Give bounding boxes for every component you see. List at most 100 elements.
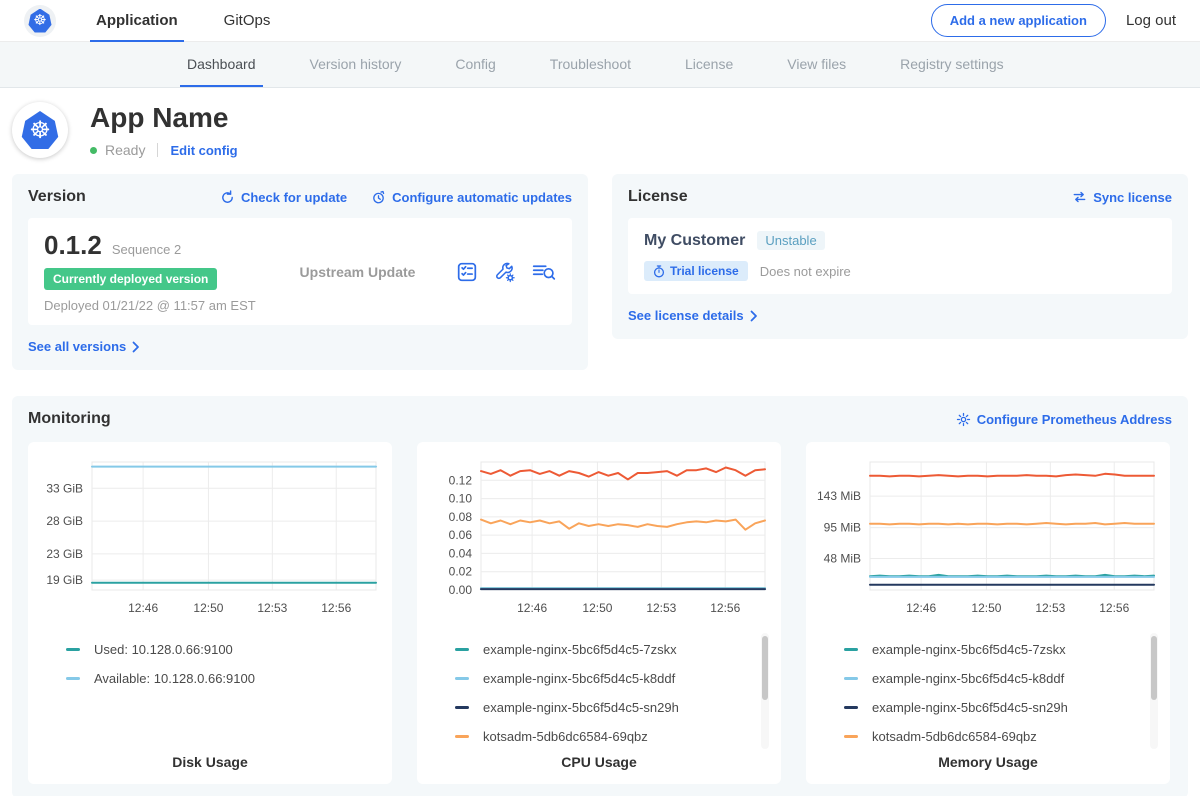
legend-item: Used: 10.128.0.66:9100 bbox=[66, 635, 384, 664]
add-new-application-button[interactable]: Add a new application bbox=[931, 4, 1106, 37]
logout-button[interactable]: Log out bbox=[1126, 12, 1176, 29]
version-card-title: Version bbox=[28, 188, 86, 206]
x-axis-label: 12:46 bbox=[128, 601, 158, 615]
chevron-right-icon bbox=[750, 310, 758, 322]
legend-series-name: example-nginx-5bc6f5d4c5-k8ddf bbox=[872, 671, 1064, 686]
tab-license[interactable]: License bbox=[658, 42, 760, 87]
view-diff-files-icon[interactable] bbox=[532, 262, 556, 282]
legend-scrollbar[interactable] bbox=[1150, 633, 1158, 749]
ready-status-dot bbox=[90, 147, 97, 154]
app-subnav: Dashboard Version history Config Trouble… bbox=[0, 42, 1200, 88]
legend-color-dash bbox=[844, 706, 858, 709]
sync-license-link[interactable]: Sync license bbox=[1072, 190, 1172, 205]
plot-border bbox=[870, 462, 1154, 590]
tab-view-files[interactable]: View files bbox=[760, 42, 873, 87]
y-axis-label: 0.12 bbox=[449, 473, 473, 487]
x-axis-label: 12:46 bbox=[906, 601, 936, 615]
memory-usage-legend: example-nginx-5bc6f5d4c5-7zskxexample-ng… bbox=[814, 635, 1162, 755]
tab-troubleshoot[interactable]: Troubleshoot bbox=[523, 42, 658, 87]
disk-usage-chart-card: 33 GiB28 GiB23 GiB19 GiB12:4612:5012:531… bbox=[28, 442, 392, 784]
ready-status-label: Ready bbox=[105, 142, 145, 158]
legend-color-dash bbox=[844, 677, 858, 680]
ship-wheel-glyph: ☸ bbox=[29, 118, 51, 142]
legend-item: Available: 10.128.0.66:9100 bbox=[66, 664, 384, 693]
x-axis-label: 12:53 bbox=[257, 601, 287, 615]
y-axis-label: 19 GiB bbox=[46, 573, 83, 587]
legend-scrollbar[interactable] bbox=[761, 633, 769, 749]
app-header: ☸ App Name Ready Edit config bbox=[0, 88, 1200, 174]
top-navbar: ☸ Application GitOps Add a new applicati… bbox=[0, 0, 1200, 42]
tab-version-history[interactable]: Version history bbox=[283, 42, 429, 87]
y-axis-label: 0.06 bbox=[449, 528, 473, 542]
legend-color-dash bbox=[455, 706, 469, 709]
y-axis-label: 0.02 bbox=[449, 565, 473, 579]
edit-config-link[interactable]: Edit config bbox=[170, 143, 237, 158]
legend-item: example-nginx-5bc6f5d4c5-sn29h bbox=[844, 693, 1162, 722]
y-axis-label: 0.04 bbox=[449, 546, 473, 560]
legend-color-dash bbox=[844, 735, 858, 738]
tab-dashboard[interactable]: Dashboard bbox=[160, 42, 283, 87]
y-axis-label: 48 MiB bbox=[824, 551, 861, 565]
preflight-checks-icon[interactable] bbox=[456, 261, 478, 283]
nav-tab-application[interactable]: Application bbox=[90, 0, 184, 42]
legend-item: example-nginx-5bc6f5d4c5-k8ddf bbox=[844, 664, 1162, 693]
legend-item: example-nginx-5bc6f5d4c5-sn29h bbox=[455, 693, 773, 722]
see-all-versions-link[interactable]: See all versions bbox=[28, 339, 140, 354]
monitoring-section: Monitoring Configure Prometheus Address … bbox=[12, 396, 1188, 796]
check-for-update-link[interactable]: Check for update bbox=[220, 190, 347, 205]
configure-prometheus-link[interactable]: Configure Prometheus Address bbox=[956, 412, 1172, 427]
x-axis-label: 12:50 bbox=[971, 601, 1001, 615]
series-line bbox=[481, 520, 765, 530]
legend-scrollbar-thumb[interactable] bbox=[1151, 636, 1157, 700]
y-axis-label: 33 GiB bbox=[46, 481, 83, 495]
legend-item: example-nginx-5bc6f5d4c5-7zskx bbox=[455, 635, 773, 664]
legend-item: kotsadm-5db6dc6584-69qbz bbox=[455, 722, 773, 751]
trial-license-badge: Trial license bbox=[644, 261, 748, 281]
clock-refresh-icon bbox=[371, 190, 386, 205]
x-axis-label: 12:56 bbox=[710, 601, 740, 615]
sync-arrows-icon bbox=[1072, 190, 1087, 204]
legend-item: kotsadm-5db6dc6584-69qbz bbox=[844, 722, 1162, 751]
line-chart-svg: 143 MiB95 MiB48 MiB12:4612:5012:5312:56 bbox=[814, 454, 1162, 622]
customer-name: My Customer bbox=[644, 232, 745, 250]
series-line bbox=[481, 468, 765, 480]
legend-scrollbar-thumb[interactable] bbox=[762, 636, 768, 700]
legend-color-dash bbox=[455, 735, 469, 738]
license-card: License Sync license My Customer Unstabl… bbox=[612, 174, 1188, 339]
tab-config[interactable]: Config bbox=[428, 42, 522, 87]
config-wrench-icon[interactable] bbox=[494, 261, 516, 283]
see-license-details-link[interactable]: See license details bbox=[628, 308, 758, 323]
legend-color-dash bbox=[455, 648, 469, 651]
legend-series-name: example-nginx-5bc6f5d4c5-k8ddf bbox=[483, 671, 675, 686]
y-axis-label: 0.00 bbox=[449, 583, 473, 597]
version-source-label: Upstream Update bbox=[259, 264, 456, 280]
chart-title: Disk Usage bbox=[28, 754, 392, 770]
kubernetes-logo-icon: ☸ bbox=[24, 5, 56, 37]
x-axis-label: 12:56 bbox=[321, 601, 351, 615]
refresh-icon bbox=[220, 190, 235, 205]
legend-item: example-nginx-5bc6f5d4c5-k8ddf bbox=[455, 664, 773, 693]
version-number: 0.1.2 bbox=[44, 230, 102, 261]
currently-deployed-badge: Currently deployed version bbox=[44, 268, 217, 290]
chart-title: CPU Usage bbox=[417, 754, 781, 770]
y-axis-label: 28 GiB bbox=[46, 514, 83, 528]
divider bbox=[157, 143, 158, 157]
ship-wheel-glyph: ☸ bbox=[33, 13, 46, 28]
version-card: Version Check for update Configure autom… bbox=[12, 174, 588, 370]
configure-automatic-updates-link[interactable]: Configure automatic updates bbox=[371, 190, 572, 205]
nav-tab-gitops[interactable]: GitOps bbox=[218, 0, 277, 42]
memory-usage-chart-card: 143 MiB95 MiB48 MiB12:4612:5012:5312:56 … bbox=[806, 442, 1170, 784]
chevron-right-icon bbox=[132, 341, 140, 353]
legend-color-dash bbox=[66, 648, 80, 651]
cpu-usage-chart-card: 0.120.100.080.060.040.020.0012:4612:5012… bbox=[417, 442, 781, 784]
y-axis-label: 23 GiB bbox=[46, 547, 83, 561]
license-details-panel: My Customer Unstable Trial license Does … bbox=[628, 218, 1172, 294]
series-line bbox=[870, 474, 1154, 477]
tab-registry-settings[interactable]: Registry settings bbox=[873, 42, 1030, 87]
x-axis-label: 12:46 bbox=[517, 601, 547, 615]
legend-series-name: example-nginx-5bc6f5d4c5-sn29h bbox=[872, 700, 1068, 715]
license-card-title: License bbox=[628, 188, 688, 206]
y-axis-label: 143 MiB bbox=[817, 489, 861, 503]
disk-usage-plot: 33 GiB28 GiB23 GiB19 GiB12:4612:5012:531… bbox=[36, 454, 384, 627]
legend-series-name: Available: 10.128.0.66:9100 bbox=[94, 671, 255, 686]
